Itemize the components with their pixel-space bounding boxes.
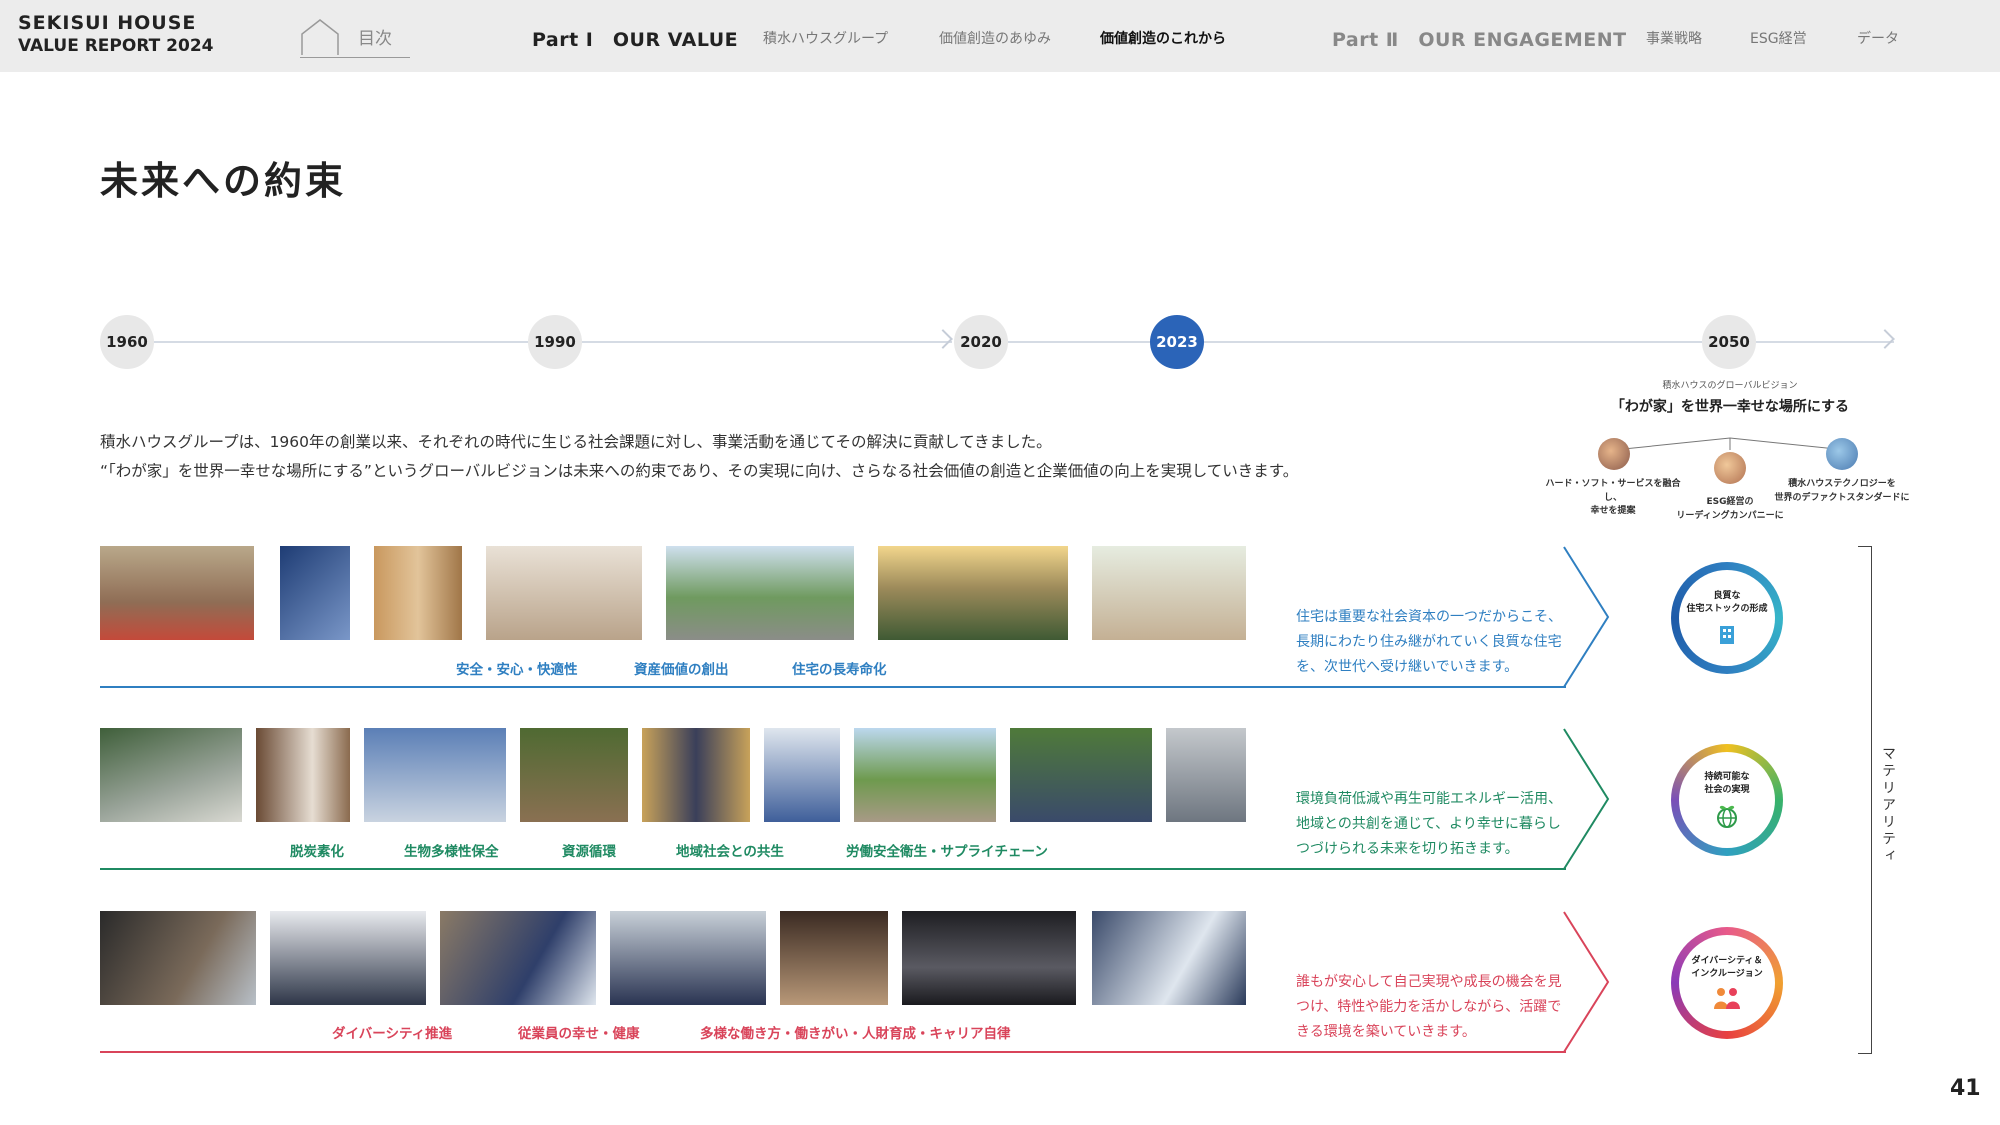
photo-columns xyxy=(642,728,750,822)
nav-data[interactable]: データ xyxy=(1857,28,1899,48)
row2-label-circular: 資源循環 xyxy=(562,844,616,860)
intro-line1: 積水ハウスグループは、1960年の創業以来、それぞれの時代に生じる社会課題に対し… xyxy=(100,433,1052,451)
nav-future[interactable]: 価値創造のこれから xyxy=(1100,28,1226,48)
row3-label-workstyle: 多様な働き方・働きがい・人財育成・キャリア自律 xyxy=(700,1026,1011,1042)
vision-photo-right xyxy=(1826,438,1858,470)
photo-worker-helmet xyxy=(100,911,256,1005)
materiality-diversity: ダイバーシティ＆ インクルージョン xyxy=(1671,927,1783,1039)
photo-foundation xyxy=(100,546,254,640)
row3-label-diversity: ダイバーシティ推進 xyxy=(332,1026,453,1042)
photo-garden xyxy=(520,728,628,822)
row1-line xyxy=(100,686,1566,688)
photo-solar-roof xyxy=(100,728,242,822)
materiality-label: マテリアリティ xyxy=(1880,746,1896,865)
photo-workers xyxy=(764,728,840,822)
photo-community xyxy=(854,728,996,822)
photo-tower xyxy=(1166,728,1246,822)
row3-line xyxy=(100,1051,1566,1053)
header-bar: SEKISUI HOUSE VALUE REPORT 2024 目次 Part … xyxy=(0,0,2000,72)
timeline-arrow xyxy=(933,329,953,349)
toc-label: 目次 xyxy=(358,29,392,49)
year-1960: 1960 xyxy=(100,315,154,369)
row3-text: 誰もが安心して自己実現や成長の機会を見つけ、特性や能力を活かしながら、活躍できる… xyxy=(1296,974,1562,1041)
timeline-arrow xyxy=(1875,329,1895,349)
row2-label-biodiversity: 生物多様性保全 xyxy=(404,844,499,860)
materiality-housing: 良質な 住宅ストックの形成 xyxy=(1671,562,1783,674)
nav-strategy[interactable]: 事業戦略 xyxy=(1646,28,1702,48)
photo-team-lineup xyxy=(270,911,426,1005)
row1-text: 住宅は重要な社会資本の一つだからこそ、長期にわたり住み継がれていく良質な住宅を、… xyxy=(1296,609,1562,676)
people-icon xyxy=(1714,987,1740,1009)
nav-part2[interactable]: Part Ⅱ OUR ENGAGEMENT xyxy=(1332,25,1627,52)
intro-line2: “「わが家」を世界一幸せな場所にする”というグローバルビジョンは未来への約束であ… xyxy=(100,461,1299,480)
vision-caption: 積水ハウスのグローバルビジョン xyxy=(1662,381,1798,391)
photo-kitchen xyxy=(486,546,642,640)
photo-two-workers xyxy=(610,911,766,1005)
photo-apartment xyxy=(364,728,506,822)
materiality-sustainable: 持続可能な 社会の実現 xyxy=(1671,744,1783,856)
photo-timber xyxy=(374,546,462,640)
photo-woman-site xyxy=(440,911,596,1005)
vision-photo-center xyxy=(1714,452,1746,484)
brand-line2: VALUE REPORT 2024 xyxy=(18,35,214,56)
nav-history[interactable]: 価値創造のあゆみ xyxy=(939,28,1051,48)
row2-line xyxy=(100,868,1566,870)
nav-group[interactable]: 積水ハウスグループ xyxy=(763,28,888,48)
photo-town xyxy=(666,546,854,640)
row2-label-decarbon: 脱炭素化 xyxy=(290,844,344,860)
row1-label-safety: 安全・安心・快適性 xyxy=(456,662,578,678)
photo-engineers xyxy=(1092,911,1246,1005)
photo-parent-child xyxy=(780,911,888,1005)
timeline-segment xyxy=(1008,341,1150,343)
row2-text: 環境負荷低減や再生可能エネルギー活用、地域との共創を通じて、より幸せに暮らしつづ… xyxy=(1296,791,1562,858)
building-icon xyxy=(1720,625,1734,644)
row1-label-asset: 資産価値の創出 xyxy=(634,662,729,678)
photo-brace xyxy=(280,546,350,640)
row2-chevron xyxy=(1563,728,1610,870)
vision-title: 「わが家」を世界一幸せな場所にする xyxy=(1610,399,1850,415)
page-number: 41 xyxy=(1950,1076,1981,1101)
materiality-sustainable-label: 持続可能な 社会の実現 xyxy=(1704,772,1750,795)
materiality-housing-label: 良質な 住宅ストックの形成 xyxy=(1686,591,1768,614)
year-2020: 2020 xyxy=(954,315,1008,369)
home-icon xyxy=(301,18,339,55)
year-1990: 1990 xyxy=(528,315,582,369)
row2-label-safety-supply: 労働安全衛生・サプライチェーン xyxy=(846,844,1048,860)
row1-chevron xyxy=(1563,546,1610,688)
row3-chevron xyxy=(1563,911,1610,1053)
photo-group xyxy=(1010,728,1152,822)
nav-esg[interactable]: ESG経営 xyxy=(1750,28,1807,48)
row1-label-longevity: 住宅の長寿命化 xyxy=(792,662,887,678)
timeline-segment xyxy=(582,341,952,343)
timeline-segment xyxy=(1756,341,1894,343)
brand-line1: SEKISUI HOUSE xyxy=(18,12,197,34)
vision-right-text: 積水ハウステクノロジーを 世界のデファクトスタンダードに xyxy=(1774,479,1910,503)
year-2023-current: 2023 xyxy=(1150,315,1204,369)
nav-part1[interactable]: Part Ⅰ OUR VALUE xyxy=(532,25,738,52)
toc-link[interactable]: 目次 xyxy=(300,16,410,58)
photo-event-group xyxy=(902,911,1076,1005)
intro-text: 積水ハウスグループは、1960年の創業以来、それぞれの時代に生じる社会課題に対し… xyxy=(100,428,1298,485)
photo-woman-stairs xyxy=(256,728,350,822)
materiality-diversity-label: ダイバーシティ＆ インクルージョン xyxy=(1691,956,1763,979)
photo-aerial xyxy=(878,546,1068,640)
year-2050: 2050 xyxy=(1702,315,1756,369)
page-title: 未来への約束 xyxy=(100,159,347,203)
row2-label-community: 地域社会との共生 xyxy=(676,844,784,860)
row3-label-wellbeing: 従業員の幸せ・健康 xyxy=(518,1026,640,1042)
brand-logo[interactable]: SEKISUI HOUSE VALUE REPORT 2024 xyxy=(18,12,214,57)
materiality-bracket xyxy=(1858,546,1872,1054)
vision-photo-left xyxy=(1598,438,1630,470)
timeline-segment xyxy=(154,341,528,343)
photo-living xyxy=(1092,546,1246,640)
timeline-segment xyxy=(1204,341,1702,343)
globe-sprout-icon xyxy=(1717,805,1737,828)
